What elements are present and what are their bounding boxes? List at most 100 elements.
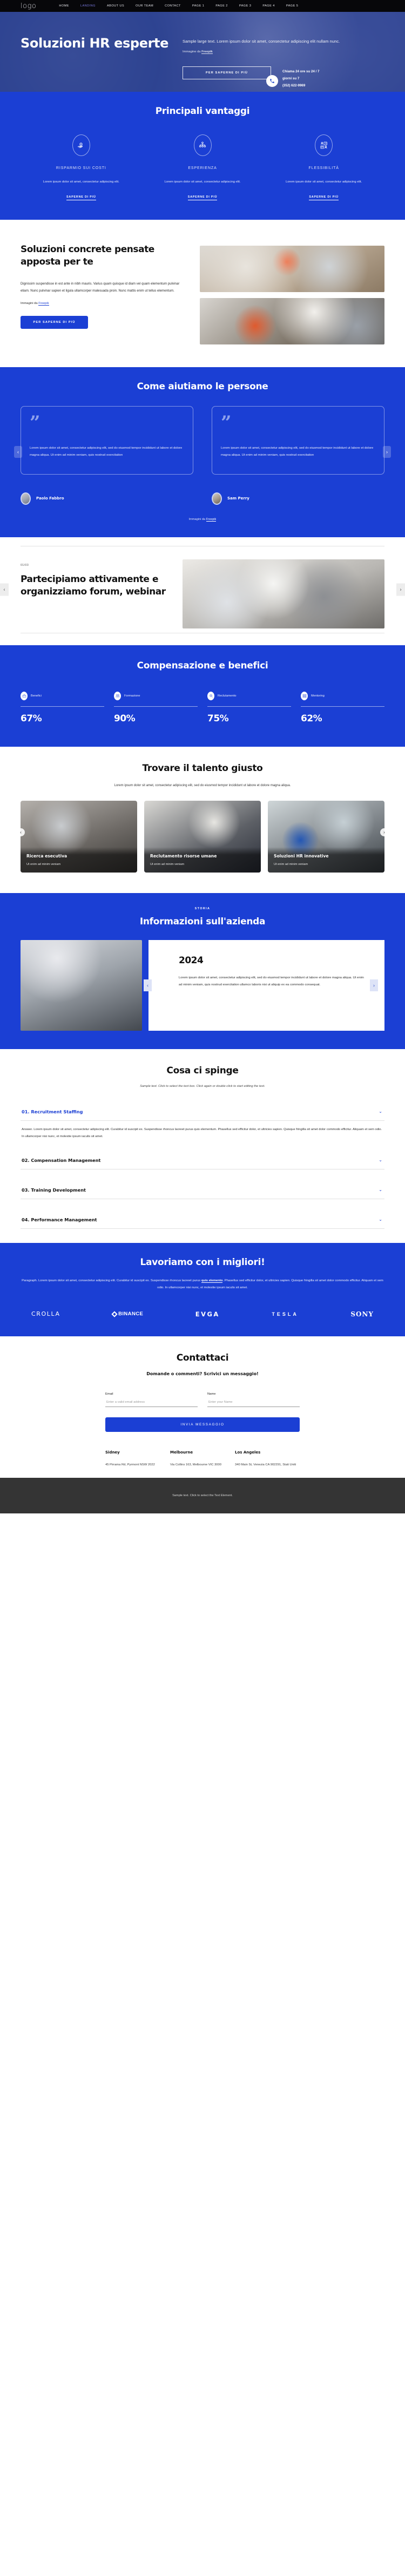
phone-icon[interactable] <box>266 75 278 87</box>
contact-subtitle: Domande o commenti? Scrivici un messaggi… <box>146 1371 259 1376</box>
benefit-card-flexibility: FLESSIBILITÀ Lorem ipsum dolor sit amet,… <box>263 134 384 201</box>
page-footer: Sample text. Click to select the Text El… <box>0 1478 405 1514</box>
history-paragraph: Lorem ipsum dolor sit amet, consectetur … <box>179 976 364 987</box>
chevron-down-icon[interactable]: ⌄ <box>379 1218 382 1222</box>
talent-card-hr-recruitment[interactable]: Reclutamento risorse umane Ut enim ad mi… <box>144 801 261 873</box>
partners-inline-link[interactable]: quis elemento <box>201 1279 223 1283</box>
talent-card-title: Reclutamento risorse umane <box>150 854 217 859</box>
forum-next-arrow[interactable]: › <box>396 583 405 596</box>
talent-card-subtitle: Ut enim ad minim veniam <box>150 863 185 867</box>
stat-divider <box>114 706 198 707</box>
site-logo[interactable]: logo <box>21 2 36 10</box>
partner-logo-sony: SONY <box>350 1310 374 1318</box>
send-message-button[interactable]: INVIA MESSAGGIO <box>105 1417 300 1432</box>
office-sidney: Sidney 45 Pirrama Rd, Pyrmont NSW 2022 <box>105 1450 170 1468</box>
testimonial-author: Sam Perry <box>212 492 384 505</box>
talent-card-executive-search[interactable]: Ricerca esecutiva Ut enim ad minim venia… <box>21 801 137 873</box>
mentoring-icon <box>301 691 308 700</box>
solutions-photo-1 <box>200 246 384 293</box>
stat-value: 90% <box>114 713 136 724</box>
stat-value: 62% <box>301 713 322 724</box>
nav-item-page-3[interactable]: PAGE 3 <box>239 4 252 8</box>
office-address: 340 Main St, Venezia CA 902291, Stati Un… <box>235 1463 296 1466</box>
office-los-angeles: Los Angeles 340 Main St, Venezia CA 9022… <box>235 1450 300 1468</box>
office-address: 45 Pirrama Rd, Pyrmont NSW 2022 <box>105 1463 155 1466</box>
stat-card-benefici: Benefici 67% <box>21 691 104 724</box>
nav-links: HOME LANDING ABOUT US OUR TEAM CONTACT P… <box>59 4 298 8</box>
faq-subtitle: Sample text. Click to select the text bo… <box>140 1085 265 1088</box>
stat-label: Formazione <box>124 694 140 698</box>
chevron-down-icon[interactable]: ⌄ <box>379 1188 382 1192</box>
benefit-title: RISPARMIO SUI COSTI <box>56 166 106 170</box>
hero-learn-more-button[interactable]: PER SAPERNE DI PIÙ <box>183 66 271 79</box>
benefit-text: Lorem ipsum dolor sit amet, consectetur … <box>286 180 362 184</box>
footer-text: Sample text. Click to select the Text El… <box>172 1494 233 1498</box>
chevron-down-icon[interactable]: ⌄ <box>379 1110 382 1114</box>
testimonial-author-name: Paolo Fabbro <box>36 496 64 501</box>
benefit-learn-more-link[interactable]: SAPERNE DI PIÙ <box>66 195 96 201</box>
nav-item-home[interactable]: HOME <box>59 4 69 8</box>
stat-divider <box>21 706 104 707</box>
faq-item-performance-management[interactable]: 04. Performance Management ⌄ <box>21 1211 384 1229</box>
history-next-arrow[interactable]: › <box>370 979 378 992</box>
testimonials-prev-arrow[interactable]: ‹ <box>14 446 22 458</box>
history-prev-arrow[interactable]: ‹ <box>144 979 152 992</box>
nav-item-page-1[interactable]: PAGE 1 <box>192 4 205 8</box>
hero-phone-number[interactable]: (352) 622-9969 <box>282 82 319 89</box>
office-city: Sidney <box>105 1450 120 1455</box>
faq-item-compensation-management[interactable]: 02. Compensation Management ⌄ <box>21 1152 384 1170</box>
testimonials-title: Come aiutiamo le persone <box>137 381 268 393</box>
office-melbourne: Melbourne Via Collins 163, Melbourne VIC… <box>170 1450 235 1468</box>
stat-label: Benefici <box>31 694 42 698</box>
faq-item-training-development[interactable]: 03. Training Development ⌄ <box>21 1181 384 1200</box>
nav-item-our-team[interactable]: OUR TEAM <box>136 4 153 8</box>
nav-item-page-5[interactable]: PAGE 5 <box>286 4 299 8</box>
testimonials-next-arrow[interactable]: › <box>383 446 391 458</box>
history-photo <box>21 940 142 1031</box>
people-group-icon <box>114 691 121 700</box>
chevron-down-icon[interactable]: ⌄ <box>379 1158 382 1162</box>
talent-card-title: Soluzioni HR innovative <box>274 854 329 859</box>
email-field[interactable] <box>105 1395 198 1407</box>
hero-title: Soluzioni HR esperte <box>21 36 168 51</box>
binance-diamond-icon <box>111 1311 118 1317</box>
benefit-learn-more-link[interactable]: SAPERNE DI PIÙ <box>309 195 339 201</box>
solutions-credit-link[interactable]: Freepik <box>38 301 49 306</box>
faq-item-title: 01. Recruitment Staffing <box>22 1109 83 1115</box>
name-field[interactable] <box>207 1395 300 1407</box>
faq-item-title: 03. Training Development <box>22 1187 86 1193</box>
nav-item-about-us[interactable]: ABOUT US <box>107 4 124 8</box>
avatar <box>212 492 222 505</box>
nav-item-contact[interactable]: CONTACT <box>165 4 181 8</box>
nav-item-landing[interactable]: LANDING <box>80 4 96 8</box>
office-address: Via Collins 163, Melbourne VIC 3000 <box>170 1463 221 1466</box>
nav-item-page-2[interactable]: PAGE 2 <box>215 4 228 8</box>
hero-section: Soluzioni HR esperte Sample large text. … <box>0 12 405 92</box>
forum-slide-counter: 01/03 <box>21 563 29 567</box>
stat-card-mentoring: Mentoring 62% <box>301 691 384 724</box>
testimonials-section: Come aiutiamo le persone ” Lorem ipsum d… <box>0 367 405 537</box>
solutions-learn-more-button[interactable]: PER SAPERNE DI PIÙ <box>21 315 88 329</box>
stat-label: Reclutamento <box>218 694 237 698</box>
solutions-title: Soluzioni concrete pensate apposta per t… <box>21 244 154 267</box>
solutions-photo-2 <box>200 298 384 345</box>
hero-credit-link[interactable]: Freepik <box>201 50 213 54</box>
talent-card-innovative-hr[interactable]: Soluzioni HR innovative Ut enim ad minim… <box>268 801 384 873</box>
compensation-stats-section: Compensazione e benefici Benefici 67% Fo… <box>0 645 405 747</box>
nav-item-page-4[interactable]: PAGE 4 <box>262 4 275 8</box>
history-year: 2024 <box>179 955 204 966</box>
benefit-text: Lorem ipsum dolor sit amet, consectetur … <box>164 180 241 184</box>
faq-item-recruitment-staffing[interactable]: 01. Recruitment Staffing ⌄ <box>21 1103 384 1121</box>
solutions-image-credit: Immagini da Freepik <box>21 301 49 306</box>
partner-logo-binance: BINANCE <box>111 1311 143 1317</box>
testimonial-card: ” Lorem ipsum dolor sit amet, consectetu… <box>21 406 193 475</box>
stat-card-formazione: Formazione 90% <box>114 691 198 724</box>
testimonial-author-name: Sam Perry <box>227 496 249 501</box>
stat-divider <box>301 706 384 707</box>
talent-next-arrow[interactable]: › <box>380 828 388 837</box>
testimonials-credit-link[interactable]: Freepik <box>206 517 217 522</box>
history-card: 2024 Lorem ipsum dolor sit amet, consect… <box>148 940 384 1031</box>
forum-prev-arrow[interactable]: ‹ <box>0 583 9 596</box>
stat-label: Mentoring <box>311 694 325 698</box>
benefit-learn-more-link[interactable]: SAPERNE DI PIÙ <box>187 195 218 201</box>
